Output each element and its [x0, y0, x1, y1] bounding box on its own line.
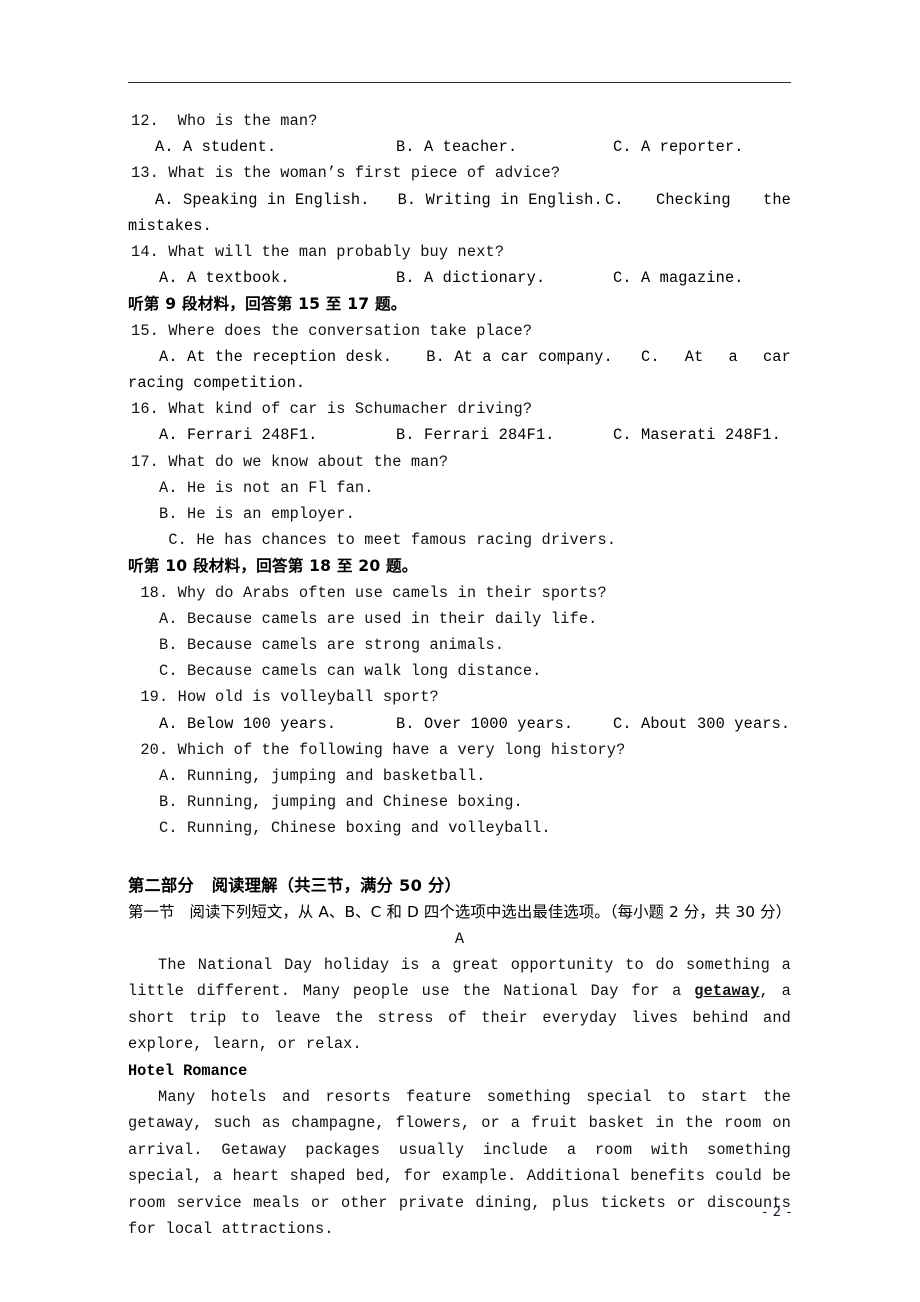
option-14-a[interactable]: A. A textbook. — [159, 265, 290, 291]
passage-hotel-text: Many hotels and resorts feature somethin… — [128, 1088, 791, 1239]
option-15-b[interactable]: B. At a car company. — [426, 344, 613, 370]
option-20-b[interactable]: B. Running, jumping and Chinese boxing. — [128, 789, 791, 815]
option-14-c[interactable]: C. A magazine. — [613, 265, 744, 291]
option-19-a[interactable]: A. Below 100 years. — [159, 711, 336, 737]
option-18-c[interactable]: C. Because camels can walk long distance… — [128, 658, 791, 684]
option-14-b[interactable]: B. A dictionary. — [396, 265, 545, 291]
option-16-b[interactable]: B. Ferrari 284F1. — [396, 422, 555, 448]
option-12-a[interactable]: A. A student. — [155, 134, 276, 160]
option-row-14: A. A textbook. B. A dictionary. C. A mag… — [128, 265, 791, 291]
question-stem-12: 12. Who is the man? — [131, 112, 318, 130]
passage-label-a: A — [454, 929, 465, 948]
option-row-16: A. Ferrari 248F1. B. Ferrari 284F1. C. M… — [128, 422, 791, 448]
option-13-c-word2: the — [763, 190, 791, 209]
option-row-13: A. Speaking in English. B. Writing in En… — [128, 187, 791, 213]
option-16-c[interactable]: C. Maserati 248F1. — [613, 422, 781, 448]
option-17-c[interactable]: C. He has chances to meet famous racing … — [128, 527, 791, 553]
option-12-c[interactable]: C. A reporter. — [613, 134, 744, 160]
option-15-c[interactable]: C. At a car — [641, 344, 791, 370]
passage-keyword-getaway: getaway — [694, 982, 760, 1001]
question-stem-19: 19. How old is volleyball sport? — [131, 688, 439, 707]
option-15-c-word2: a — [728, 347, 738, 366]
option-12-b[interactable]: B. A teacher. — [396, 134, 517, 160]
header-rule — [128, 82, 791, 83]
option-17-b[interactable]: B. He is an employer. — [128, 501, 791, 527]
option-20-a[interactable]: A. Running, jumping and basketball. — [128, 763, 791, 789]
option-16-a[interactable]: A. Ferrari 248F1. — [159, 422, 318, 448]
option-15-c-word1: At — [684, 347, 704, 366]
option-15-c-word3: car — [762, 347, 791, 366]
option-19-b[interactable]: B. Over 1000 years. — [396, 711, 573, 737]
passage-hotel-paragraph: Many hotels and resorts feature somethin… — [128, 1084, 791, 1242]
option-18-b[interactable]: B. Because camels are strong animals. — [128, 632, 791, 658]
question-stem-13: 13. What is the woman’s first piece of a… — [131, 164, 561, 183]
option-20-c[interactable]: C. Running, Chinese boxing and volleybal… — [128, 815, 791, 841]
option-18-a[interactable]: A. Because camels are used in their dail… — [128, 606, 791, 632]
option-13-c[interactable]: C. Checking the — [605, 187, 791, 213]
option-row-12: A. A student. B. A teacher. C. A reporte… — [128, 134, 791, 160]
reading-part-heading: 第二部分 阅读理解（共三节，满分 50 分） — [128, 875, 462, 895]
option-13-c-continuation: mistakes. — [128, 216, 212, 235]
listening-heading-10: 听第 10 段材料，回答第 18 至 20 题。 — [128, 557, 418, 576]
question-stem-17: 17. What do we know about the man? — [131, 452, 449, 471]
option-19-c[interactable]: C. About 300 years. — [613, 711, 790, 737]
option-13-a[interactable]: A. Speaking in English. — [155, 187, 370, 213]
option-row-15: A. At the reception desk. B. At a car co… — [128, 344, 791, 370]
passage-intro-pre: The National Day holiday is a great oppo… — [128, 956, 791, 1001]
question-stem-16: 16. What kind of car is Schumacher drivi… — [131, 400, 533, 419]
question-stem-18: 18. Why do Arabs often use camels in the… — [131, 583, 607, 602]
option-13-c-word1: Checking — [656, 190, 731, 209]
question-stem-15: 15. Where does the conversation take pla… — [131, 321, 533, 340]
passage-subheading-hotel-romance: Hotel Romance — [128, 1061, 248, 1080]
option-15-c-continuation: racing competition. — [128, 374, 306, 392]
option-15-a[interactable]: A. At the reception desk. — [155, 344, 392, 370]
listening-heading-9: 听第 9 段材料，回答第 15 至 17 题。 — [128, 295, 407, 314]
option-13-c-label: C. — [605, 190, 624, 209]
option-17-a[interactable]: A. He is not an Fl fan. — [128, 475, 791, 501]
exam-page: 12. Who is the man? A. A student. B. A t… — [0, 0, 920, 1302]
option-13-b[interactable]: B. Writing in English. — [398, 187, 603, 213]
page-content: 12. Who is the man? A. A student. B. A t… — [128, 108, 791, 1243]
option-row-19: A. Below 100 years. B. Over 1000 years. … — [128, 711, 791, 737]
page-number: - 2 - — [762, 1205, 792, 1220]
passage-intro-paragraph: The National Day holiday is a great oppo… — [128, 952, 791, 1058]
question-stem-20: 20. Which of the following have a very l… — [131, 740, 626, 759]
question-stem-14: 14. What will the man probably buy next? — [131, 243, 505, 261]
reading-section-heading: 第一节 阅读下列短文，从 A、B、C 和 D 四个选项中选出最佳选项。（每小题 … — [128, 902, 792, 921]
option-15-c-label: C. — [641, 347, 660, 366]
